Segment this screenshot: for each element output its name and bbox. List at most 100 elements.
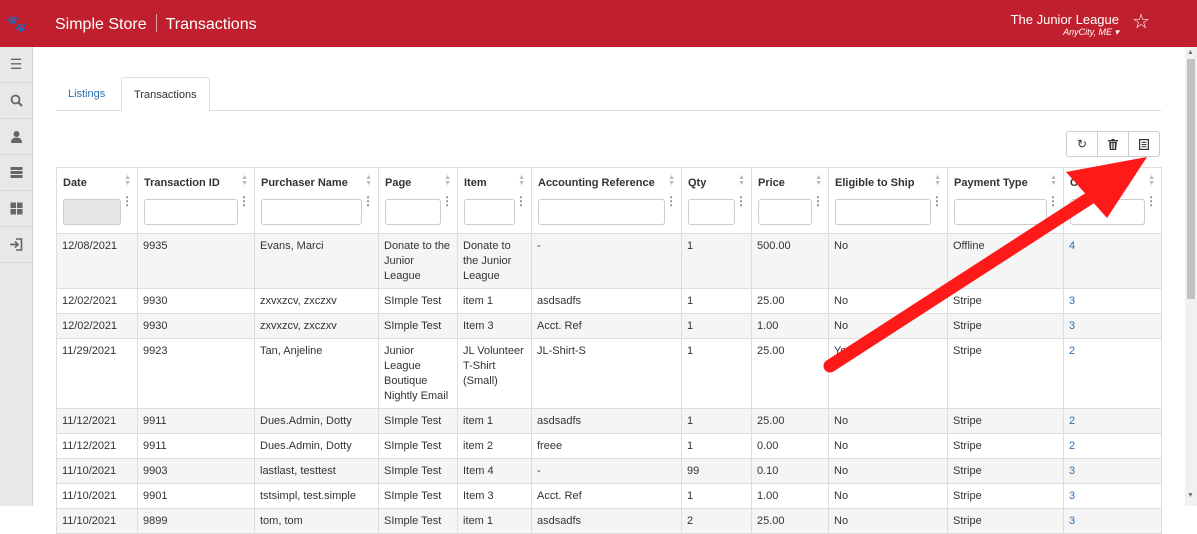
comments-count-link[interactable]: 2 (1063, 433, 1162, 459)
sort-icon[interactable]: ▲ ▼ (934, 174, 941, 187)
column-label: Purchaser Name (261, 177, 348, 189)
table-row[interactable]: 11/12/2021 9911 Dues.Admin, Dotty SImple Te… (56, 433, 1162, 459)
column-menu-icon[interactable]: ⋮ (1145, 195, 1157, 207)
scroll-thumb[interactable] (1187, 59, 1195, 299)
qty-filter-input[interactable] (688, 199, 735, 225)
table-cell: 1 (681, 433, 752, 459)
scroll-down-arrow[interactable]: ▼ (1187, 492, 1194, 499)
table-cell: zxvxzcv, zxczxv (254, 288, 379, 314)
column-header-purchaser-name[interactable]: Purchaser Name ▲ ▼ ⋮ (254, 167, 379, 234)
org-selector[interactable]: The Junior League AnyCity, ME ▾ (1011, 12, 1119, 38)
table-row[interactable]: 11/10/2021 9901 tstsimpl, test.simple SImpl… (56, 483, 1162, 509)
search-icon[interactable] (0, 83, 32, 119)
table-row[interactable]: 12/08/2021 9935 Evans, Marci Donate to the … (56, 233, 1162, 289)
column-header-price[interactable]: Price ▲ ▼ ⋮ (751, 167, 829, 234)
table-cell: 0.10 (751, 458, 829, 484)
org-location: AnyCity, ME ▾ (1063, 27, 1119, 37)
transactions-table: Date ▲ ▼ ⋮ Transaction ID ▲ ▼ ⋮ Purchaser Name… (56, 167, 1162, 534)
column-header-transaction-id[interactable]: Transaction ID ▲ ▼ ⋮ (137, 167, 255, 234)
column-menu-icon[interactable]: ⋮ (362, 195, 374, 207)
table-row[interactable]: 11/12/2021 9911 Dues.Admin, Dotty SImple Te… (56, 408, 1162, 434)
column-header-item[interactable]: Item ▲ ▼ ⋮ (457, 167, 532, 234)
refresh-button[interactable]: ↻ (1066, 131, 1098, 157)
column-menu-icon[interactable]: ⋮ (121, 195, 133, 207)
table-row[interactable]: 11/29/2021 9923 Tan, Anjeline Junior League… (56, 338, 1162, 409)
delete-button[interactable] (1097, 131, 1129, 157)
comments-filter-input[interactable] (1070, 199, 1145, 225)
scroll-up-arrow[interactable]: ▲ (1187, 49, 1194, 56)
transaction-id-filter-input[interactable] (144, 199, 238, 225)
page-filter-input[interactable] (385, 199, 441, 225)
comments-count-link[interactable]: 3 (1063, 313, 1162, 339)
column-menu-icon[interactable]: ⋮ (515, 195, 527, 207)
accounting-reference-filter-input[interactable] (538, 199, 665, 225)
table-row[interactable]: 11/10/2021 9903 lastlast, testtest SImple T… (56, 458, 1162, 484)
table-cell: 11/12/2021 (56, 433, 138, 459)
sort-icon[interactable]: ▲ ▼ (241, 174, 248, 187)
table-cell: JL-Shirt-S (531, 338, 682, 409)
item-filter-input[interactable] (464, 199, 515, 225)
column-menu-icon[interactable]: ⋮ (238, 195, 250, 207)
sort-icon[interactable]: ▲ ▼ (124, 174, 131, 187)
dashboard-icon[interactable] (0, 191, 32, 227)
table-row[interactable]: 12/02/2021 9930 zxvxzcv, zxczxv SImple Test… (56, 288, 1162, 314)
comments-count-link[interactable]: 2 (1063, 338, 1162, 409)
comments-count-link[interactable]: 3 (1063, 508, 1162, 534)
column-header-accounting-reference[interactable]: Accounting Reference ▲ ▼ ⋮ (531, 167, 682, 234)
table-cell: 11/29/2021 (56, 338, 138, 409)
comments-count-link[interactable]: 2 (1063, 408, 1162, 434)
payment-type-filter-input[interactable] (954, 199, 1047, 225)
tab-transactions[interactable]: Transactions (121, 77, 210, 112)
column-header-comments[interactable]: Comments ▲ ▼ ⋮ (1063, 167, 1162, 234)
sort-icon[interactable]: ▲ ▼ (1148, 174, 1155, 187)
table-cell: 9899 (137, 508, 255, 534)
sort-icon[interactable]: ▲ ▼ (738, 174, 745, 187)
column-header-qty[interactable]: Qty ▲ ▼ ⋮ (681, 167, 752, 234)
column-header-page[interactable]: Page ▲ ▼ ⋮ (378, 167, 458, 234)
eligible-to-ship-filter-input[interactable] (835, 199, 931, 225)
column-menu-icon[interactable]: ⋮ (441, 195, 453, 207)
table-cell: SImple Test (378, 458, 458, 484)
table-row[interactable]: 11/10/2021 9899 tom, tom SImple Test item 1a… (56, 508, 1162, 534)
user-icon[interactable] (0, 119, 32, 155)
column-header-payment-type[interactable]: Payment Type ▲ ▼ ⋮ (947, 167, 1064, 234)
comments-count-link[interactable]: 4 (1063, 233, 1162, 289)
sort-icon[interactable]: ▲ ▼ (1050, 174, 1057, 187)
star-icon[interactable]: ☆ (1132, 9, 1150, 34)
table-cell: 2 (681, 508, 752, 534)
app-name[interactable]: Simple Store (55, 16, 147, 33)
comments-count-link[interactable]: 3 (1063, 288, 1162, 314)
sort-icon[interactable]: ▲ ▼ (444, 174, 451, 187)
table-cell: 1 (681, 338, 752, 409)
sign-out-icon[interactable] (0, 227, 32, 263)
sort-icon[interactable]: ▲ ▼ (668, 174, 675, 187)
sort-icon[interactable]: ▲ ▼ (518, 174, 525, 187)
tab-listings[interactable]: Listings (56, 77, 117, 111)
server-icon[interactable] (0, 155, 32, 191)
column-menu-icon[interactable]: ⋮ (665, 195, 677, 207)
export-button[interactable] (1128, 131, 1160, 157)
column-header-eligible-to-ship[interactable]: Eligible to Ship ▲ ▼ ⋮ (828, 167, 948, 234)
table-cell: 1.00 (751, 483, 829, 509)
table-cell: SImple Test (378, 408, 458, 434)
table-cell: SImple Test (378, 433, 458, 459)
purchaser-name-filter-input[interactable] (261, 199, 362, 225)
column-menu-icon[interactable]: ⋮ (735, 195, 747, 207)
table-row[interactable]: 12/02/2021 9930 zxvxzcv, zxczxv SImple Test… (56, 313, 1162, 339)
menu-icon[interactable]: ☰ (0, 47, 32, 83)
sort-icon[interactable]: ▲ ▼ (815, 174, 822, 187)
column-menu-icon[interactable]: ⋮ (931, 195, 943, 207)
table-cell: No (828, 458, 948, 484)
column-menu-icon[interactable]: ⋮ (1047, 195, 1059, 207)
paw-icon[interactable]: 🐾 (0, 0, 33, 47)
date-filter-input (63, 199, 121, 225)
column-header-date[interactable]: Date ▲ ▼ ⋮ (56, 167, 138, 234)
table-cell: 1 (681, 313, 752, 339)
table-cell: 12/08/2021 (56, 233, 138, 289)
column-menu-icon[interactable]: ⋮ (812, 195, 824, 207)
comments-count-link[interactable]: 3 (1063, 483, 1162, 509)
page-scrollbar[interactable]: ▲ ▼ (1185, 47, 1197, 506)
comments-count-link[interactable]: 3 (1063, 458, 1162, 484)
price-filter-input[interactable] (758, 199, 812, 225)
sort-icon[interactable]: ▲ ▼ (365, 174, 372, 187)
